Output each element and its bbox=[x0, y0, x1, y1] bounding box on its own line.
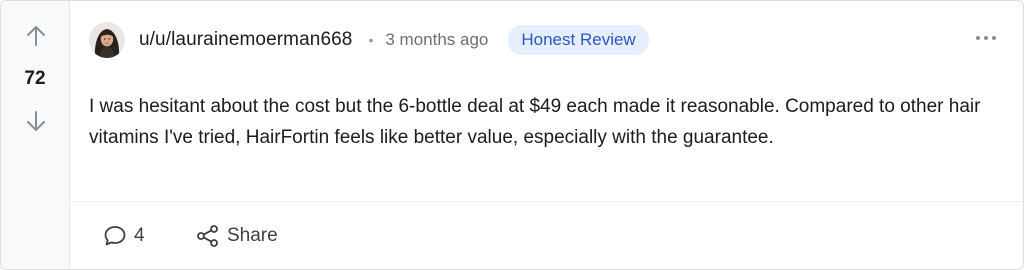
avatar-image bbox=[89, 22, 125, 58]
more-horizontal-icon bbox=[976, 36, 996, 40]
username-link[interactable]: u/u/laurainemoerman668 bbox=[139, 29, 352, 51]
flair-badge[interactable]: Honest Review bbox=[508, 25, 649, 55]
separator-dot: • bbox=[368, 32, 374, 48]
vote-count: 72 bbox=[24, 68, 46, 89]
comment-icon bbox=[104, 226, 126, 246]
arrow-up-icon bbox=[27, 26, 45, 46]
vote-column: 72 bbox=[1, 1, 70, 269]
arrow-down-icon bbox=[27, 111, 45, 131]
post-header: u/u/laurainemoerman668 • 3 months ago Ho… bbox=[89, 21, 649, 59]
review-card: 72 u/u/laurainemoerman668 • 3 months ago… bbox=[0, 0, 1024, 270]
upvote-button[interactable] bbox=[23, 23, 49, 49]
share-label: Share bbox=[227, 225, 278, 246]
post-body: I was hesitant about the cost but the 6-… bbox=[89, 96, 981, 148]
avatar[interactable] bbox=[89, 22, 125, 58]
more-options-button[interactable] bbox=[975, 31, 997, 45]
share-button[interactable]: Share bbox=[195, 224, 278, 248]
comments-button[interactable]: 4 bbox=[102, 224, 145, 248]
post-footer: 4 Share bbox=[70, 201, 1023, 269]
share-icon bbox=[197, 225, 218, 247]
comment-count: 4 bbox=[134, 225, 145, 246]
downvote-button[interactable] bbox=[23, 108, 49, 134]
post-timestamp: 3 months ago bbox=[385, 30, 489, 49]
